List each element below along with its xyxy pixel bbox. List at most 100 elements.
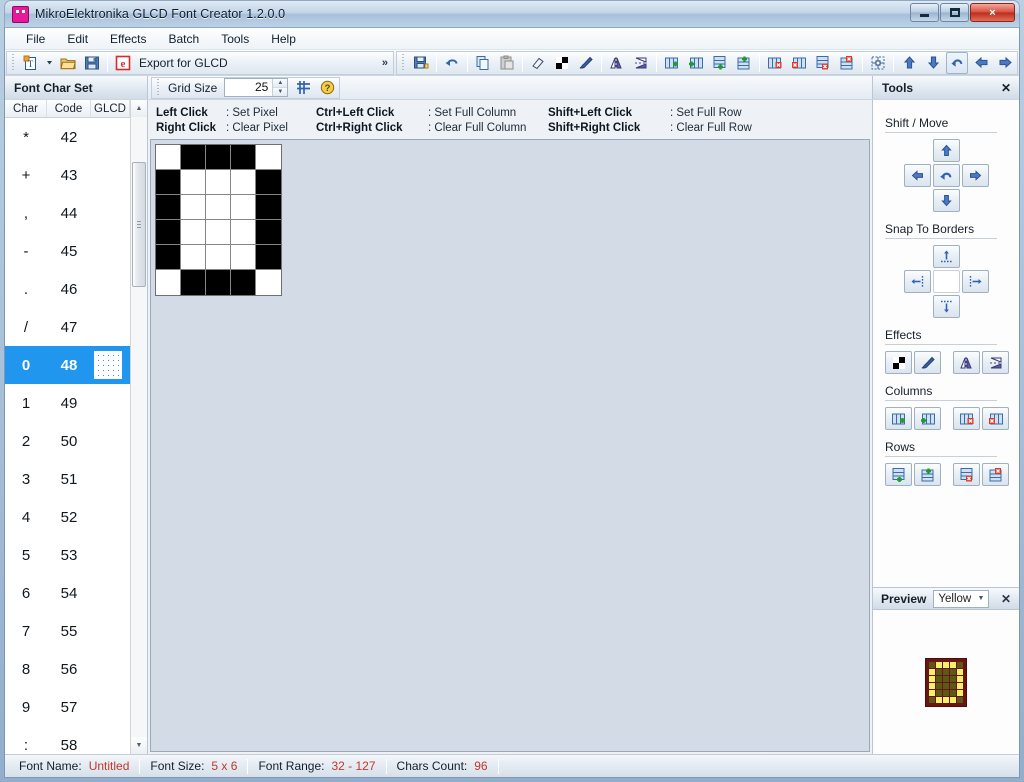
scroll-up-icon[interactable]: ▲	[131, 100, 147, 117]
pixel-cell[interactable]	[156, 245, 181, 270]
menu-help[interactable]: Help	[260, 29, 307, 49]
toolbar-grip-icon[interactable]	[10, 54, 17, 71]
grid-toggle-icon[interactable]	[292, 77, 314, 99]
shift-up-icon[interactable]	[898, 52, 920, 74]
pixel-cell[interactable]	[156, 170, 181, 195]
charset-scrollbar[interactable]: ▲ ▼	[130, 100, 147, 754]
pixel-cell[interactable]	[206, 245, 231, 270]
pixel-cell[interactable]	[156, 270, 181, 295]
help-icon[interactable]: ?	[316, 77, 338, 99]
pixel-cell[interactable]	[256, 245, 281, 270]
minimize-button[interactable]	[910, 3, 939, 22]
erase-icon[interactable]	[527, 52, 549, 74]
column-header-glcd[interactable]: GLCD	[91, 100, 130, 117]
export-glcd-icon[interactable]: e	[112, 52, 134, 74]
shift-down-button[interactable]	[933, 189, 960, 212]
insert-row-bottom-icon[interactable]	[733, 52, 755, 74]
charset-row[interactable]: 856	[5, 650, 130, 688]
charset-row[interactable]: 149	[5, 384, 130, 422]
pixel-cell[interactable]	[181, 195, 206, 220]
menu-edit[interactable]: Edit	[56, 29, 99, 49]
pen-icon[interactable]	[575, 52, 597, 74]
menu-tools[interactable]: Tools	[210, 29, 260, 49]
charset-row[interactable]: 957	[5, 688, 130, 726]
shift-down-icon[interactable]	[922, 52, 944, 74]
pixel-grid[interactable]	[155, 144, 282, 296]
chevron-down-icon[interactable]	[44, 52, 55, 74]
export-for-glcd-label[interactable]: Export for GLCD	[135, 56, 232, 70]
pixel-cell[interactable]	[181, 145, 206, 170]
preview-close-icon[interactable]: ✕	[1001, 592, 1011, 606]
toolbar-grip-icon[interactable]	[155, 79, 162, 96]
pixel-cell[interactable]	[181, 270, 206, 295]
scroll-down-icon[interactable]: ▼	[131, 737, 147, 754]
invert-icon[interactable]	[551, 52, 573, 74]
grid-size-stepper[interactable]: 25 ▲ ▼	[224, 78, 288, 97]
shift-reset-icon[interactable]	[946, 52, 968, 74]
charset-row[interactable]: .46	[5, 270, 130, 308]
shift-left-button[interactable]	[904, 164, 931, 187]
pixel-cell[interactable]	[206, 270, 231, 295]
snap-left-button[interactable]	[904, 270, 931, 293]
grid-size-input[interactable]: 25	[225, 79, 272, 96]
grid-size-spin-buttons[interactable]: ▲ ▼	[272, 79, 287, 96]
charset-row[interactable]: *42	[5, 118, 130, 156]
pixel-cell[interactable]	[256, 270, 281, 295]
grid-size-decrement-icon[interactable]: ▼	[273, 87, 287, 96]
charset-row[interactable]: 654	[5, 574, 130, 612]
snap-to-borders-icon[interactable]	[867, 52, 889, 74]
pixel-cell[interactable]	[181, 220, 206, 245]
mirror-vertical-button[interactable]	[982, 351, 1009, 374]
delete-column-right-icon[interactable]	[788, 52, 810, 74]
copy-icon[interactable]	[472, 52, 494, 74]
charset-row[interactable]: 755	[5, 612, 130, 650]
charset-row[interactable]: 048	[5, 346, 130, 384]
shift-reset-button[interactable]	[933, 164, 960, 187]
undo-icon[interactable]	[441, 52, 463, 74]
charset-row[interactable]: ,44	[5, 194, 130, 232]
toolbar-grip-icon[interactable]	[400, 54, 407, 71]
pixel-cell[interactable]	[256, 195, 281, 220]
delete-column-left-button[interactable]	[953, 407, 980, 430]
charset-row[interactable]: -45	[5, 232, 130, 270]
add-column-left-button[interactable]	[885, 407, 912, 430]
snap-right-button[interactable]	[962, 270, 989, 293]
charset-row[interactable]: 553	[5, 536, 130, 574]
shift-up-button[interactable]	[933, 139, 960, 162]
pixel-cell[interactable]	[206, 220, 231, 245]
pixel-cell[interactable]	[181, 170, 206, 195]
pixel-cell[interactable]	[231, 145, 256, 170]
pixel-cell[interactable]	[156, 195, 181, 220]
charset-row[interactable]: 351	[5, 460, 130, 498]
delete-row-top-button[interactable]	[953, 463, 980, 486]
charset-row[interactable]: +43	[5, 156, 130, 194]
open-folder-icon[interactable]	[57, 52, 79, 74]
charset-row[interactable]: /47	[5, 308, 130, 346]
pixel-cell[interactable]	[231, 220, 256, 245]
save-disk-icon[interactable]	[81, 52, 103, 74]
shift-right-button[interactable]	[962, 164, 989, 187]
insert-column-right-icon[interactable]	[685, 52, 707, 74]
glyph-canvas[interactable]	[150, 139, 870, 752]
insert-column-left-icon[interactable]	[661, 52, 683, 74]
menu-file[interactable]: File	[15, 29, 56, 49]
add-row-bottom-button[interactable]	[914, 463, 941, 486]
maximize-button[interactable]	[940, 3, 969, 22]
delete-row-bottom-button[interactable]	[982, 463, 1009, 486]
pixel-cell[interactable]	[256, 220, 281, 245]
menu-batch[interactable]: Batch	[158, 29, 211, 49]
delete-column-right-button[interactable]	[982, 407, 1009, 430]
column-header-char[interactable]: Char	[5, 100, 47, 117]
chevron-down-icon[interactable]: ▼	[977, 595, 988, 602]
delete-row-bottom-icon[interactable]	[836, 52, 858, 74]
toolbar-overflow-button[interactable]: »	[377, 57, 393, 69]
mirror-horizontal-icon[interactable]	[606, 52, 628, 74]
snap-top-button[interactable]	[933, 245, 960, 268]
pixel-cell[interactable]	[206, 170, 231, 195]
new-font-icon[interactable]: T	[20, 52, 42, 74]
charset-row[interactable]: :58	[5, 726, 130, 754]
charset-row[interactable]: 452	[5, 498, 130, 536]
pixel-cell[interactable]	[181, 245, 206, 270]
mirror-horizontal-button[interactable]	[953, 351, 980, 374]
scrollbar-thumb[interactable]	[132, 162, 146, 287]
